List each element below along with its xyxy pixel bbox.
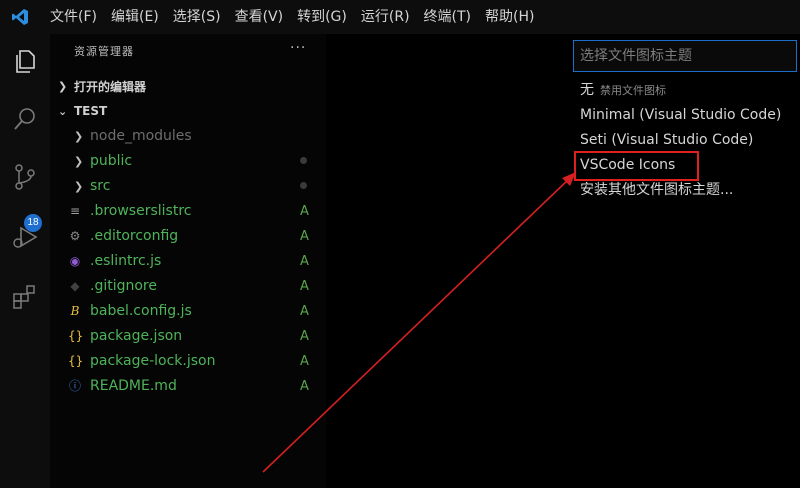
list-icon: ≡ xyxy=(69,204,81,218)
menu-view[interactable]: 查看(V) xyxy=(235,0,284,34)
info-icon: ⓘ xyxy=(68,379,81,393)
git-status-added: A xyxy=(300,228,309,244)
modified-dot-icon xyxy=(300,182,307,189)
icon-theme-option-minimal[interactable]: Minimal (Visual Studio Code) xyxy=(575,103,800,128)
menu-edit[interactable]: 编辑(E) xyxy=(111,0,159,34)
explorer-sidebar: 资源管理器 ··· ❯ 打开的编辑器 ⌄ TEST ❯ node_modules… xyxy=(50,34,326,488)
option-description: 禁用文件图标 xyxy=(600,84,666,97)
git-status-added: A xyxy=(300,328,309,344)
chevron-right-icon: ❯ xyxy=(74,129,84,143)
file-name: package-lock.json xyxy=(90,353,216,369)
file-name: package.json xyxy=(90,328,183,344)
tree-item-package-lock-json[interactable]: {} package-lock.json A xyxy=(50,349,326,373)
search-icon[interactable] xyxy=(10,104,40,134)
git-status-added: A xyxy=(300,378,309,394)
icon-theme-option-none[interactable]: 无禁用文件图标 xyxy=(575,78,800,103)
file-name: README.md xyxy=(90,378,177,394)
more-actions-button[interactable]: ··· xyxy=(290,40,306,56)
chevron-right-icon: ❯ xyxy=(74,179,84,193)
json-icon: {} xyxy=(68,329,84,343)
file-name: .browserslistrc xyxy=(90,203,192,219)
git-icon: ◆ xyxy=(70,279,80,293)
tree-item-babel-config[interactable]: B babel.config.js A xyxy=(50,299,326,323)
file-name: .gitignore xyxy=(90,278,157,294)
file-name: src xyxy=(90,178,111,194)
tree-item-public[interactable]: ❯ public xyxy=(50,149,326,173)
tree-item-browserslistrc[interactable]: ≡ .browserslistrc A xyxy=(50,199,326,223)
tree-item-editorconfig[interactable]: ⚙ .editorconfig A xyxy=(50,224,326,248)
menu-run[interactable]: 运行(R) xyxy=(361,0,410,34)
files-icon[interactable] xyxy=(10,46,40,76)
workspace-section[interactable]: ⌄ TEST xyxy=(50,100,326,122)
tree-item-readme[interactable]: ⓘ README.md A xyxy=(50,374,326,398)
title-bar: 文件(F) 编辑(E) 选择(S) 查看(V) 转到(G) 运行(R) 终端(T… xyxy=(0,0,800,34)
option-label: 安装其他文件图标主题... xyxy=(580,182,734,198)
option-label: Minimal (Visual Studio Code) xyxy=(580,107,782,123)
modified-dot-icon xyxy=(300,157,307,164)
tree-item-node-modules[interactable]: ❯ node_modules xyxy=(50,124,326,148)
git-status-added: A xyxy=(300,353,309,369)
open-editors-section[interactable]: ❯ 打开的编辑器 xyxy=(50,75,326,97)
icon-theme-option-seti[interactable]: Seti (Visual Studio Code) xyxy=(575,128,800,153)
chevron-right-icon: ❯ xyxy=(74,154,84,168)
git-status-added: A xyxy=(300,253,309,269)
file-name: .eslintrc.js xyxy=(90,253,162,269)
workspace-label: TEST xyxy=(74,104,108,118)
run-debug-icon[interactable] xyxy=(10,222,40,252)
install-more-icon-themes[interactable]: 安装其他文件图标主题... xyxy=(575,178,800,203)
tree-item-eslintrc[interactable]: ◉ .eslintrc.js A xyxy=(50,249,326,273)
menu-terminal[interactable]: 终端(T) xyxy=(424,0,471,34)
chevron-right-icon: ❯ xyxy=(58,79,68,93)
activity-bar: 18 xyxy=(0,34,50,488)
menu-file[interactable]: 文件(F) xyxy=(50,0,97,34)
extensions-icon[interactable] xyxy=(10,282,40,312)
file-name: node_modules xyxy=(90,128,192,144)
git-status-added: A xyxy=(300,303,309,319)
option-label: Seti (Visual Studio Code) xyxy=(580,132,754,148)
menu-selection[interactable]: 选择(S) xyxy=(173,0,221,34)
icon-theme-search-input[interactable]: 选择文件图标主题 xyxy=(573,40,797,72)
gear-icon: ⚙ xyxy=(69,229,81,243)
eslint-icon: ◉ xyxy=(69,254,81,268)
option-label: 无 xyxy=(580,82,594,98)
menu-help[interactable]: 帮助(H) xyxy=(485,0,534,34)
source-control-icon[interactable] xyxy=(10,162,40,192)
file-name: public xyxy=(90,153,133,169)
file-name: babel.config.js xyxy=(90,303,192,319)
open-editors-label: 打开的编辑器 xyxy=(74,79,147,94)
tree-item-gitignore[interactable]: ◆ .gitignore A xyxy=(50,274,326,298)
file-name: .editorconfig xyxy=(90,228,179,244)
explorer-title: 资源管理器 xyxy=(74,45,134,58)
json-icon: {} xyxy=(68,354,84,368)
git-status-added: A xyxy=(300,203,309,219)
tree-item-src[interactable]: ❯ src xyxy=(50,174,326,198)
git-status-added: A xyxy=(300,278,309,294)
tree-item-package-json[interactable]: {} package.json A xyxy=(50,324,326,348)
vscode-logo-icon xyxy=(4,0,36,34)
babel-icon: B xyxy=(70,304,80,318)
menu-go[interactable]: 转到(G) xyxy=(297,0,347,34)
annotation-highlight-box xyxy=(574,151,699,181)
chevron-down-icon: ⌄ xyxy=(58,104,68,118)
